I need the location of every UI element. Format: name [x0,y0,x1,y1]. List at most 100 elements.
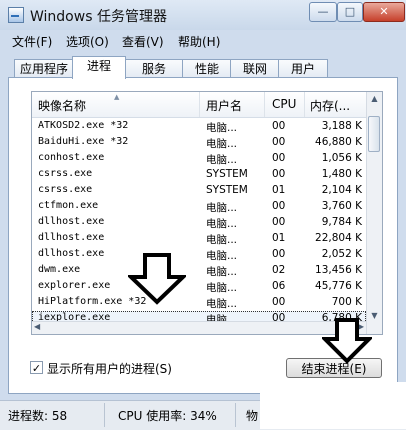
minimize-button[interactable]: — [309,2,337,22]
process-list-header: ▲ 映像名称 用户名 CPU 内存(... [32,92,366,118]
status-divider [104,403,105,427]
process-user: 电脑... [206,154,238,166]
process-user: 电脑... [206,122,238,134]
process-name: dwm.exe [38,264,81,275]
process-cpu: 01 [272,184,286,196]
process-name: ctfmon.exe [38,200,99,211]
process-name: csrss.exe [38,168,93,179]
process-cpu: 00 [272,168,286,180]
process-user: SYSTEM [206,168,248,180]
process-name: dllhost.exe [38,232,105,243]
column-header-memory[interactable]: 内存(... [310,97,350,114]
title-bar[interactable]: Windows 任务管理器 — □ ✕ [0,0,406,30]
process-list[interactable]: ▲ 映像名称 用户名 CPU 内存(... ATKOSD2.exe *32 电脑… [31,91,383,335]
tab-bar: 应用程序 进程 服务 性能 联网 用户 [8,56,398,79]
memory-usage: 物 [246,409,259,423]
table-row[interactable]: dllhost.exe 电脑... 00 2,052 K [32,247,366,263]
process-memory: 700 K [331,296,362,308]
process-cpu: 06 [272,280,286,292]
process-user: 电脑... [206,234,238,246]
column-divider[interactable] [264,92,265,117]
column-header-cpu[interactable]: CPU [272,97,296,111]
process-cpu: 00 [272,120,286,132]
column-header-image-name[interactable]: 映像名称 [38,97,86,114]
show-all-users-checkbox[interactable]: ✓ [30,361,43,375]
process-cpu: 00 [272,200,286,212]
annotation-arrow-icon [128,253,186,305]
scroll-thumb[interactable] [368,116,380,152]
cpu-usage: CPU 使用率: 34% [118,409,217,423]
vertical-scrollbar[interactable]: ▲ ▼ [366,92,382,334]
horizontal-scrollbar[interactable]: ◀ ▶ [32,321,366,334]
table-row[interactable]: BaiduHi.exe *32 电脑... 00 46,880 K [32,135,366,151]
process-memory: 2,104 K [321,184,362,196]
process-user: SYSTEM [206,184,248,196]
tab-applications[interactable]: 应用程序 [14,59,74,78]
process-name: ATKOSD2.exe *32 [38,120,129,131]
sort-ascending-icon: ▲ [114,93,120,101]
column-divider[interactable] [199,92,200,117]
menu-options[interactable]: 选项(O) [66,33,109,50]
process-memory: 46,880 K [315,136,362,148]
process-user: 电脑... [206,138,238,150]
scroll-up-icon[interactable]: ▲ [367,94,382,103]
tab-users[interactable]: 用户 [278,59,328,78]
menu-file[interactable]: 文件(F) [12,33,52,50]
table-row[interactable]: dllhost.exe 电脑... 00 9,784 K [32,215,366,231]
process-user: 电脑... [206,202,238,214]
process-memory: 45,776 K [315,280,362,292]
process-cpu: 00 [272,216,286,228]
process-cpu: 01 [272,232,286,244]
process-name: dllhost.exe [38,248,105,259]
tab-networking[interactable]: 联网 [230,59,280,78]
process-name: conhost.exe [38,152,105,163]
process-cpu: 00 [272,136,286,148]
process-user: 电脑... [206,218,238,230]
process-memory: 9,784 K [321,216,362,228]
table-row[interactable]: csrss.exe SYSTEM 00 1,480 K [32,167,366,183]
table-row[interactable]: HiPlatform.exe *32 电脑... 00 700 K [32,295,366,311]
show-all-users-label[interactable]: 显示所有用户的进程(S) [47,360,172,377]
menu-view[interactable]: 查看(V) [122,33,164,50]
annotation-arrow-icon [322,318,372,364]
process-name: dllhost.exe [38,216,105,227]
process-memory: 2,052 K [321,248,362,260]
task-manager-window: Windows 任务管理器 — □ ✕ 文件(F) 选项(O) 查看(V) 帮助… [0,0,406,430]
process-cpu: 00 [272,296,286,308]
table-row[interactable]: explorer.exe 电脑... 06 45,776 K [32,279,366,295]
process-name: explorer.exe [38,280,111,291]
process-user: 电脑... [206,282,238,294]
process-cpu: 02 [272,264,286,276]
tab-processes[interactable]: 进程 [72,56,126,79]
column-header-user-name[interactable]: 用户名 [206,97,242,114]
table-row[interactable]: csrss.exe SYSTEM 01 2,104 K [32,183,366,199]
table-row[interactable]: ctfmon.exe 电脑... 00 3,760 K [32,199,366,215]
table-row[interactable]: ATKOSD2.exe *32 电脑... 00 3,188 K [32,119,366,135]
table-row[interactable]: dllhost.exe 电脑... 01 22,804 K [32,231,366,247]
process-memory: 1,480 K [321,168,362,180]
process-memory: 1,056 K [321,152,362,164]
process-name: BaiduHi.exe *32 [38,136,129,147]
scroll-left-icon[interactable]: ◀ [34,322,40,331]
white-overlay [260,382,406,429]
process-cpu: 00 [272,152,286,164]
tab-performance[interactable]: 性能 [182,59,232,78]
process-user: 电脑... [206,266,238,278]
process-user: 电脑... [206,298,238,310]
task-manager-icon [8,7,24,23]
status-divider [235,403,236,427]
column-divider[interactable] [304,92,305,117]
process-memory: 22,804 K [315,232,362,244]
process-name: csrss.exe [38,184,93,195]
maximize-button[interactable]: □ [337,2,363,22]
close-button[interactable]: ✕ [363,2,405,22]
tab-services[interactable]: 服务 [124,59,184,78]
window-title: Windows 任务管理器 [30,9,167,25]
process-user: 电脑... [206,250,238,262]
process-cpu: 00 [272,248,286,260]
table-row[interactable]: dwm.exe 电脑... 02 13,456 K [32,263,366,279]
process-memory: 3,188 K [321,120,362,132]
menu-help[interactable]: 帮助(H) [178,33,220,50]
table-row[interactable]: conhost.exe 电脑... 00 1,056 K [32,151,366,167]
process-memory: 3,760 K [321,200,362,212]
